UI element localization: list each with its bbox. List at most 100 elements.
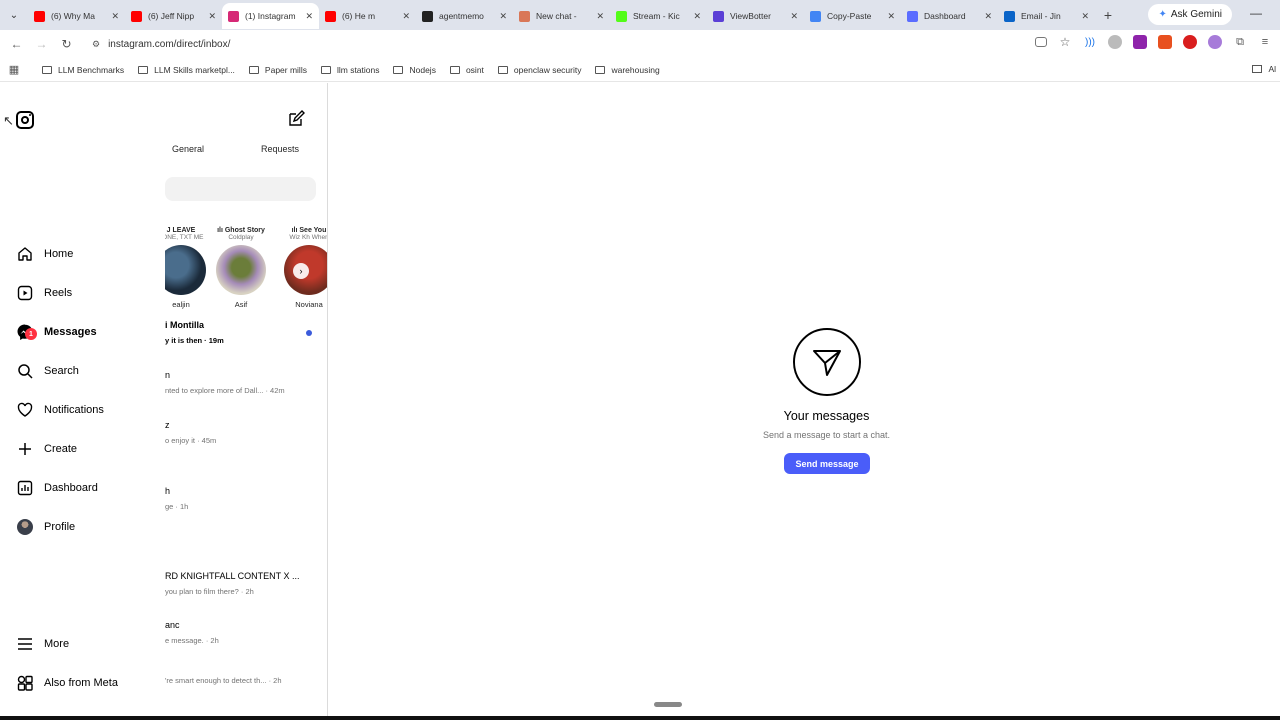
bookmark-folder[interactable]: llm stations xyxy=(320,65,379,75)
avatar xyxy=(16,518,34,536)
nav-item-label: More xyxy=(44,638,70,650)
nav-item-home[interactable]: Home xyxy=(16,242,73,266)
nav-item-search[interactable]: Search xyxy=(16,359,79,383)
browser-tab[interactable]: Email - Jin ✕ xyxy=(998,3,1095,29)
conversation-item[interactable]: anc e message. · 2h xyxy=(165,620,327,645)
browser-tab[interactable]: New chat - ✕ xyxy=(513,3,610,29)
browser-tab[interactable]: Stream - Kic ✕ xyxy=(610,3,707,29)
bookmark-folder[interactable]: openclaw security xyxy=(497,65,581,75)
browser-tab[interactable]: Copy-Paste ✕ xyxy=(804,3,901,29)
extension-violet-icon[interactable] xyxy=(1208,35,1222,49)
apps-grid-icon[interactable]: ▦ xyxy=(0,63,28,76)
tab-close-icon[interactable]: ✕ xyxy=(499,11,507,22)
conversation-name: anc xyxy=(165,620,180,630)
conversation-item[interactable]: n nted to explore more of Dall... · 42m xyxy=(165,370,327,395)
nav-item-dashboard[interactable]: Dashboard xyxy=(16,476,98,500)
browser-menu-icon[interactable]: ≡ xyxy=(1258,35,1272,49)
scroll-handle[interactable] xyxy=(654,702,682,707)
nav-item-messages[interactable]: 1 Messages xyxy=(16,320,97,344)
browser-tab[interactable]: (6) He m ✕ xyxy=(319,3,416,29)
tab-general[interactable]: General xyxy=(172,144,204,154)
new-message-icon[interactable] xyxy=(287,110,305,131)
install-app-icon[interactable] xyxy=(1035,37,1047,47)
extensions-puzzle-icon[interactable]: ⧉ xyxy=(1233,35,1247,49)
tab-close-icon[interactable]: ✕ xyxy=(984,11,992,22)
your-messages-subtitle: Send a message to start a chat. xyxy=(762,430,891,440)
nav-item-more[interactable]: More xyxy=(16,632,69,656)
url-text: instagram.com/direct/inbox/ xyxy=(108,38,231,50)
bookmark-folder[interactable]: LLM Benchmarks xyxy=(42,65,124,75)
extensions-row: ☆ ))) ⧉ ≡ xyxy=(1035,35,1272,49)
tab-close-icon[interactable]: ✕ xyxy=(790,11,798,22)
bookmark-folder[interactable]: warehousing xyxy=(595,65,660,75)
tab-title: Dashboard xyxy=(924,11,966,21)
folder-icon xyxy=(138,65,149,74)
send-message-button[interactable]: Send message xyxy=(784,453,870,474)
folder-icon xyxy=(42,65,52,74)
extension-orange-icon[interactable] xyxy=(1158,35,1172,49)
note-text: J LEAVE xyxy=(166,227,196,234)
extension-audio-icon[interactable]: ))) xyxy=(1083,35,1097,49)
note-subtext: Coldplay xyxy=(228,234,254,241)
bookmark-folder[interactable]: osint xyxy=(449,65,484,75)
tab-requests[interactable]: Requests xyxy=(261,144,299,154)
menu-icon xyxy=(16,635,34,653)
inbox-search-input[interactable] xyxy=(165,177,316,201)
note-item[interactable]: J LEAVE LONE, TXT ME ealjin xyxy=(165,227,211,309)
bookmark-folder[interactable]: Nodejs xyxy=(393,64,436,75)
conversation-item[interactable]: i Montilla y it is then · 19m xyxy=(165,320,327,345)
bookmark-star-icon[interactable]: ☆ xyxy=(1058,35,1072,49)
tab-close-icon[interactable]: ✕ xyxy=(887,11,895,22)
conversation-item[interactable]: z o enjoy it · 45m xyxy=(165,420,327,445)
browser-tab[interactable]: (6) Jeff Nipp ✕ xyxy=(125,3,222,29)
browser-tab[interactable]: ViewBotter ✕ xyxy=(707,3,804,29)
bookmark-label: Nodejs xyxy=(409,64,436,75)
conversation-name: z xyxy=(165,420,170,430)
nav-item-also-from-meta[interactable]: Also from Meta xyxy=(16,671,118,695)
forward-icon[interactable]: → xyxy=(29,37,54,51)
nav-item-reels[interactable]: Reels xyxy=(16,281,72,305)
browser-tab[interactable]: (6) Why Ma ✕ xyxy=(28,3,125,29)
tab-close-icon[interactable]: ✕ xyxy=(402,11,410,22)
bookmark-folder[interactable]: Paper mills xyxy=(248,64,307,75)
new-tab-button[interactable]: + xyxy=(1095,7,1121,23)
all-bookmarks-folder[interactable]: Al xyxy=(1252,64,1276,74)
tab-close-icon[interactable]: ✕ xyxy=(208,11,216,22)
conversation-item[interactable]: RD KNIGHTFALL CONTENT X ... you plan to … xyxy=(165,571,327,596)
messenger-icon: 1 xyxy=(16,323,37,341)
nav-item-label: Notifications xyxy=(44,404,104,416)
back-icon[interactable]: ← xyxy=(4,37,29,51)
browser-tab[interactable]: (1) Instagram ✕ xyxy=(222,3,319,29)
nav-item-notifications[interactable]: Notifications xyxy=(16,398,104,422)
note-username: Asif xyxy=(234,300,248,309)
browser-tab[interactable]: agentmemo ✕ xyxy=(416,3,513,29)
instagram-logo-icon[interactable] xyxy=(16,111,34,129)
extension-purple-icon[interactable] xyxy=(1133,35,1147,49)
conversation-item[interactable]: h ge · 1h xyxy=(165,486,327,511)
tab-close-icon[interactable]: ✕ xyxy=(305,11,313,22)
minimize-window-button[interactable]: — xyxy=(1250,6,1262,20)
notification-badge: 1 xyxy=(25,328,37,340)
tab-close-icon[interactable]: ✕ xyxy=(596,11,604,22)
browser-tab[interactable]: Dashboard ✕ xyxy=(901,3,998,29)
nav-item-create[interactable]: Create xyxy=(16,437,77,461)
address-bar[interactable]: ⚙ instagram.com/direct/inbox/ xyxy=(86,33,1066,55)
site-info-icon[interactable]: ⚙ xyxy=(92,39,100,50)
taskbar-edge xyxy=(0,716,1280,720)
tab-close-icon[interactable]: ✕ xyxy=(111,11,119,22)
ask-gemini-button[interactable]: ✦ Ask Gemini xyxy=(1148,4,1232,25)
bookmark-folder[interactable]: LLM Skills marketpl... xyxy=(138,65,235,75)
nav-item-profile[interactable]: Profile xyxy=(16,515,75,539)
bookmark-label: Paper mills xyxy=(264,64,307,75)
conversation-item[interactable]: 're smart enough to detect th... · 2h xyxy=(165,670,327,685)
reload-icon[interactable]: ↻ xyxy=(54,37,79,51)
extension-gray-icon[interactable] xyxy=(1108,35,1122,49)
notes-next-arrow-icon[interactable]: › xyxy=(293,263,309,279)
unread-dot xyxy=(306,330,312,336)
note-item[interactable]: ılı Ghost Story Coldplay Asif xyxy=(211,227,271,309)
tab-search-icon[interactable]: ⌄ xyxy=(0,1,28,29)
tab-close-icon[interactable]: ✕ xyxy=(693,11,701,22)
note-username: ealjin xyxy=(172,300,190,309)
extension-red-icon[interactable] xyxy=(1183,35,1197,49)
tab-close-icon[interactable]: ✕ xyxy=(1081,11,1089,22)
